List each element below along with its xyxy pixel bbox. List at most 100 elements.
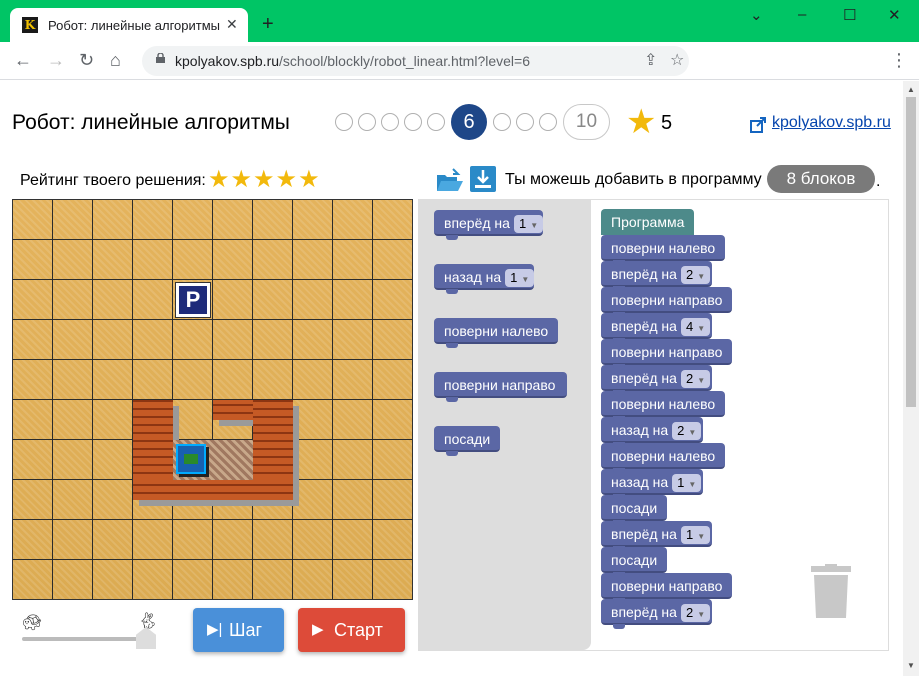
blockly-workspace[interactable]: вперёд на 1 ▼ назад на 1 ▼ поверни налево по… [418,199,889,651]
browser-titlebar: K Робот: линейные алгоритмы ✕ + ⌄ – ☐ ✕ [0,0,919,42]
block-value-field[interactable]: 2 ▼ [680,370,711,388]
block-value-field[interactable]: 1 ▼ [505,269,535,287]
rating-label: Рейтинг твоего решения: [20,172,206,189]
start-button-label: Старт [334,620,383,640]
bookmark-star-icon[interactable]: ☆ [670,50,684,70]
block-label: поверни направо [611,344,723,360]
step-button-label: Шаг [229,620,263,640]
block-label: вперёд на [611,526,677,542]
scroll-up-icon[interactable]: ▲ [907,85,915,94]
wall-bottom [133,480,293,500]
play-icon: ▶ [312,621,324,638]
program-block[interactable]: посади [601,547,668,577]
block-label: вперёд на [611,604,677,620]
block-label: вперёд на [444,215,510,231]
level-last[interactable]: 10 [563,104,610,140]
page-scrollbar[interactable]: ▲ ▼ [903,81,919,676]
toolbox-block-turn-right[interactable]: поверни направо [434,372,568,402]
minimize-icon[interactable]: – [798,6,806,23]
block-label: назад на [611,422,669,438]
score-star-icon: ★ [626,103,657,141]
block-value-field[interactable]: 1 ▼ [680,526,711,544]
wall-left-upper [133,400,173,480]
block-label: вперёд на [611,370,677,386]
download-icon[interactable] [470,166,496,192]
toolbox-flyout: вперёд на 1 ▼ назад на 1 ▼ поверни налево по… [419,200,591,650]
block-value-field[interactable]: 2 ▼ [672,422,702,440]
level-dot-3[interactable] [381,113,399,131]
site-favicon-icon: K [22,17,38,33]
block-value-field[interactable]: 1 ▼ [513,215,544,233]
step-icon: ▶| [207,621,223,638]
block-label: поверни налево [444,323,549,339]
toolbox-block-forward[interactable]: вперёд на 1 ▼ [434,210,544,240]
menu-kebab-icon[interactable]: ⋮ [890,49,908,71]
tab-close-icon[interactable]: ✕ [226,16,238,33]
block-value-field[interactable]: 4 ▼ [680,318,711,336]
block-label: посади [611,500,658,516]
block-label: назад на [611,474,669,490]
site-link[interactable]: kpolyakov.spb.ru [772,114,891,132]
block-label: посади [611,552,658,568]
toolbox-block-turn-left[interactable]: поверни налево [434,318,559,348]
blocks-hint-period: . [876,173,881,190]
level-dot-9[interactable] [539,113,557,131]
level-dot-8[interactable] [516,113,534,131]
program-hat-block[interactable]: Программа [601,209,695,235]
level-dot-5[interactable] [427,113,445,131]
browser-toolbar: ← → ↻ ⌂ kpolyakov.spb.ru/school/blockly/… [0,42,919,80]
toolbox-block-back[interactable]: назад на 1 ▼ [434,264,535,294]
parking-letter: P [179,286,207,314]
home-icon[interactable]: ⌂ [110,49,121,71]
level-dot-7[interactable] [493,113,511,131]
toolbox-block-plant[interactable]: посади [434,426,501,456]
new-tab-icon[interactable]: + [262,14,274,34]
program-block[interactable]: посади [601,495,668,525]
url-path: /school/blockly/robot_linear.html?level=… [279,53,530,69]
step-button[interactable]: ▶| Шаг [193,608,284,652]
chevron-down-icon[interactable]: ⌄ [750,6,763,24]
block-value-field[interactable]: 1 ▼ [672,474,702,492]
start-button[interactable]: ▶ Старт [298,608,405,652]
share-icon[interactable]: ⇪ [644,50,657,70]
block-label: посади [444,431,491,447]
tab-title: Робот: линейные алгоритмы [48,18,221,33]
blocks-remaining-badge: 8 блоков [767,165,875,193]
block-label: поверни налево [611,448,716,464]
address-bar[interactable]: kpolyakov.spb.ru/school/blockly/robot_li… [142,46,689,76]
rating-stars: ★★★★★ [208,166,321,193]
forward-icon[interactable]: → [47,49,65,71]
open-folder-icon[interactable] [436,167,464,193]
block-value-field[interactable]: 2 ▼ [680,604,711,622]
lock-icon [156,53,165,63]
score-value: 5 [661,112,673,134]
block-label: поверни направо [444,377,556,393]
scrollbar-thumb[interactable] [906,97,916,407]
robot-icon [176,444,206,474]
block-value-field[interactable]: 2 ▼ [680,266,711,284]
block-label: поверни направо [611,292,723,308]
level-dot-2[interactable] [358,113,376,131]
reload-icon[interactable]: ↻ [79,49,94,71]
parking-sign: P [175,282,211,318]
speed-slider[interactable] [22,637,144,641]
close-window-icon[interactable]: ✕ [888,6,901,24]
blocks-hint: Ты можешь добавить в программу [505,171,762,188]
block-label: поверни налево [611,240,716,256]
level-dot-4[interactable] [404,113,422,131]
program-block[interactable]: поверни налево [601,235,726,265]
browser-tab[interactable]: K Робот: линейные алгоритмы ✕ [10,8,248,42]
block-label: назад на [444,269,502,285]
level-dot-1[interactable] [335,113,353,131]
maximize-icon[interactable]: ☐ [843,6,856,24]
url-host: kpolyakov.spb.ru [175,53,280,69]
robot-field: P [12,199,413,600]
back-icon[interactable]: ← [14,49,32,71]
page-content: Робот: линейные алгоритмы 6 10 ★ 5 kpoly… [0,81,919,676]
turtle-icon: 🐢︎ [22,615,43,632]
trash-icon[interactable] [811,564,851,618]
external-link-icon[interactable] [750,117,766,133]
level-current[interactable]: 6 [451,104,487,140]
block-label: поверни направо [611,578,723,594]
scroll-down-icon[interactable]: ▼ [907,661,915,670]
